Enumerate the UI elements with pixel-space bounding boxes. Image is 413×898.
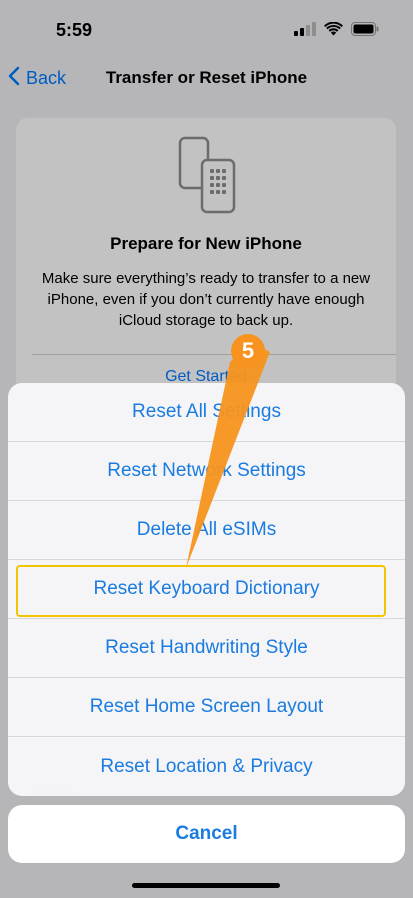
step-badge: 5 (241, 338, 255, 363)
screen: 5:59 Back Transfer or Reset iPhone Prepa… (0, 0, 413, 898)
annotation-pointer-icon (186, 334, 270, 568)
